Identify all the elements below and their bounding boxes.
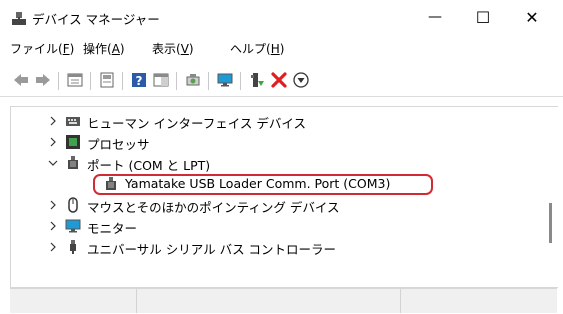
- toolbar-separator: [58, 72, 59, 90]
- monitor-icon: [65, 219, 81, 233]
- toolbar-separator: [90, 72, 91, 90]
- tree-item-label: ユニバーサル シリアル バス コントローラー: [87, 242, 337, 257]
- maximize-icon: ☐: [475, 7, 491, 27]
- tree-item-label: Yamatake USB Loader Comm. Port (COM3): [125, 176, 391, 191]
- tree-item-label: ポート (COM と LPT): [87, 158, 211, 173]
- properties-icon[interactable]: [66, 71, 84, 89]
- port-icon: [68, 156, 78, 169]
- chevron-right-icon[interactable]: [47, 114, 59, 128]
- toolbar-separator: [208, 72, 209, 90]
- toolbar-separator: [176, 72, 177, 90]
- status-divider: [136, 289, 137, 313]
- device-manager-icon: [12, 12, 26, 25]
- port-icon: [106, 177, 116, 190]
- toolbar-separator: [240, 72, 241, 90]
- view-icon[interactable]: [152, 71, 170, 89]
- mouse-icon: [68, 197, 78, 213]
- title-bar: デバイス マネージャー — ☐ ✕: [0, 0, 563, 34]
- tree-item-label: ヒューマン インターフェイス デバイス: [87, 116, 306, 131]
- vertical-scrollbar[interactable]: [549, 203, 552, 243]
- chevron-down-icon[interactable]: [47, 156, 59, 170]
- tree-item-usb-controllers[interactable]: ユニバーサル シリアル バス コントローラー: [11, 237, 551, 258]
- minimize-icon: —: [428, 9, 442, 25]
- tree-item-label: マウスとそのほかのポインティング デバイス: [87, 200, 340, 215]
- tree-item-hid[interactable]: ヒューマン インターフェイス デバイス: [11, 111, 551, 132]
- help-icon[interactable]: ?: [130, 71, 148, 89]
- window-title: デバイス マネージャー: [32, 12, 160, 27]
- scan-icon[interactable]: [184, 71, 202, 89]
- tree-item-monitor[interactable]: モニター: [11, 216, 551, 237]
- hid-icon: [66, 117, 80, 126]
- tree-item-label: モニター: [87, 221, 138, 236]
- forward-icon[interactable]: [34, 71, 52, 89]
- tree-item-processor[interactable]: プロセッサ: [11, 132, 551, 153]
- toolbar: ?: [0, 64, 563, 97]
- close-button[interactable]: ✕: [509, 0, 555, 34]
- monitor-icon[interactable]: [216, 71, 234, 89]
- device-tree: ヒューマン インターフェイス デバイス プロセッサ ポート (COM と LPT…: [10, 106, 558, 288]
- menu-help[interactable]: ヘルプ(H): [230, 40, 284, 57]
- tree-item-yamatake-usb-port[interactable]: Yamatake USB Loader Comm. Port (COM3): [11, 174, 551, 195]
- add-driver-icon[interactable]: [248, 71, 266, 89]
- tree-item-ports[interactable]: ポート (COM と LPT): [11, 153, 551, 174]
- maximize-button[interactable]: ☐: [460, 0, 506, 34]
- chevron-right-icon[interactable]: [47, 219, 59, 233]
- status-divider: [400, 289, 401, 313]
- chevron-right-icon[interactable]: [47, 135, 59, 149]
- tree-item-mouse[interactable]: マウスとそのほかのポインティング デバイス: [11, 195, 551, 216]
- menu-view[interactable]: 表示(V): [152, 40, 194, 57]
- tree-item-label: プロセッサ: [87, 137, 150, 152]
- disable-icon[interactable]: [292, 71, 310, 89]
- menu-action[interactable]: 操作(A): [83, 40, 125, 57]
- status-bar: [10, 288, 557, 313]
- close-icon: ✕: [525, 7, 539, 27]
- usb-icon: [70, 240, 76, 254]
- menu-file[interactable]: ファイル(F): [10, 40, 74, 57]
- back-icon[interactable]: [12, 71, 30, 89]
- toolbar-separator: [122, 72, 123, 90]
- minimize-button[interactable]: —: [412, 0, 458, 34]
- processor-icon: [66, 135, 80, 149]
- chevron-right-icon[interactable]: [47, 240, 59, 254]
- svg-text:?: ?: [136, 74, 143, 88]
- chevron-right-icon[interactable]: [47, 198, 59, 212]
- update-driver-icon[interactable]: [98, 71, 116, 89]
- uninstall-icon[interactable]: [270, 71, 288, 89]
- menu-bar: ファイル(F) 操作(A) 表示(V) ヘルプ(H): [0, 38, 563, 60]
